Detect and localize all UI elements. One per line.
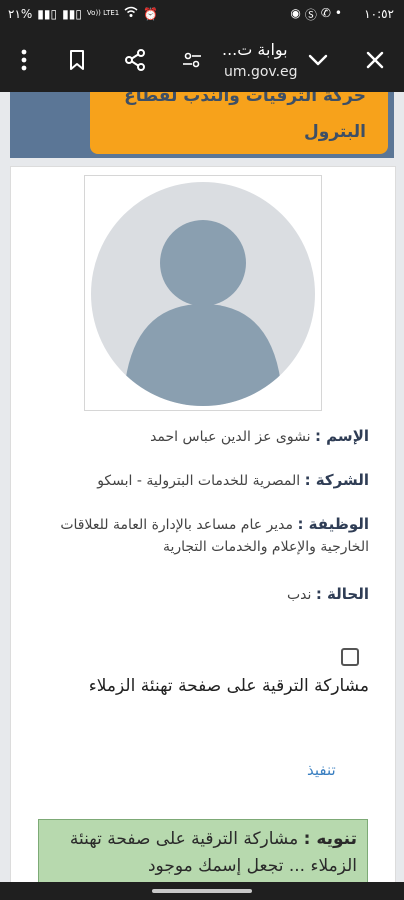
section-banner: حركة الترقيات والندب لقطاع البترول: [90, 92, 388, 154]
alarm-icon: ⏰: [143, 6, 159, 21]
notice-label: تنويه :: [303, 829, 357, 849]
banner-title-line2: البترول: [304, 122, 366, 142]
job-row: الوظيفة : مدير عام مساعد بالإدارة العامة…: [29, 513, 369, 558]
signal-icon-2: ▮▮▯: [62, 6, 82, 21]
share-button[interactable]: [120, 45, 150, 75]
signal-icon: ▮▮▯: [37, 6, 58, 21]
wifi-icon: [124, 6, 138, 21]
chevron-down-icon: [308, 54, 328, 66]
banner-title-line1: حركة الترقيات والندب لقطاع: [124, 92, 366, 106]
status-row: الحالة : ندب: [29, 583, 369, 606]
share-promotion-label: مشاركة الترقية على صفحة تهنئة الزملاء: [88, 676, 369, 696]
whatsapp-icon: ✆: [320, 6, 331, 20]
skype-icon: Ⓢ: [304, 8, 317, 22]
page-settings-button[interactable]: [177, 45, 207, 75]
name-label: الإسم :: [314, 427, 369, 445]
status-right-icons: ◉ Ⓢ ✆ •: [290, 6, 342, 23]
system-navigation-bar: [0, 882, 404, 900]
status-time: ١٠:٥٢: [364, 7, 394, 21]
company-row: الشركة : المصرية للخدمات البترولية - ابس…: [29, 469, 369, 492]
more-vertical-icon: [21, 49, 27, 71]
share-promotion-checkbox[interactable]: [341, 648, 359, 666]
avatar-frame: [84, 175, 322, 411]
submit-button[interactable]: تنفيذ: [307, 761, 336, 779]
name-value: نشوى عز الدين عباس احمد: [150, 429, 311, 445]
company-value: المصرية للخدمات البترولية - ابسكو: [97, 473, 301, 489]
more-menu-button[interactable]: [9, 45, 39, 75]
browser-toolbar: بوابة ت... um.gov.eg: [0, 30, 404, 92]
expand-button[interactable]: [303, 45, 333, 75]
bookmark-button[interactable]: [62, 45, 92, 75]
messenger-icon: ◉: [290, 6, 301, 20]
battery-text: ٢١%: [8, 6, 33, 21]
share-icon: [125, 49, 145, 71]
close-tab-button[interactable]: [360, 45, 390, 75]
profile-card: الإسم : نشوى عز الدين عباس احمد الشركة :…: [10, 166, 396, 900]
tune-icon: [183, 52, 201, 68]
dot-icon: •: [334, 6, 342, 20]
network-type-text: Vo)) LTE1: [86, 9, 120, 17]
company-label: الشركة :: [304, 471, 369, 489]
web-page: حركة الترقيات والندب لقطاع البترول الإسم…: [0, 92, 404, 900]
name-row: الإسم : نشوى عز الدين عباس احمد: [29, 425, 369, 448]
page-title: بوابة ت...: [222, 40, 288, 59]
status-bar: ٢١% ▮▮▯ ▮▮▯ Vo)) LTE1 ⏰ ◉ Ⓢ ✆ • ١٠:٥٢: [0, 0, 404, 30]
status-label: الحالة :: [315, 585, 369, 603]
home-gesture-handle[interactable]: [152, 889, 252, 893]
close-icon: [366, 51, 384, 69]
url-text[interactable]: um.gov.eg: [224, 64, 298, 80]
status-left-icons: ٢١% ▮▮▯ ▮▮▯ Vo)) LTE1 ⏰: [8, 6, 158, 21]
avatar-placeholder-icon: [91, 182, 315, 406]
bookmark-icon: [70, 50, 84, 70]
job-label: الوظيفة :: [297, 515, 369, 533]
status-value: ندب: [286, 587, 312, 603]
